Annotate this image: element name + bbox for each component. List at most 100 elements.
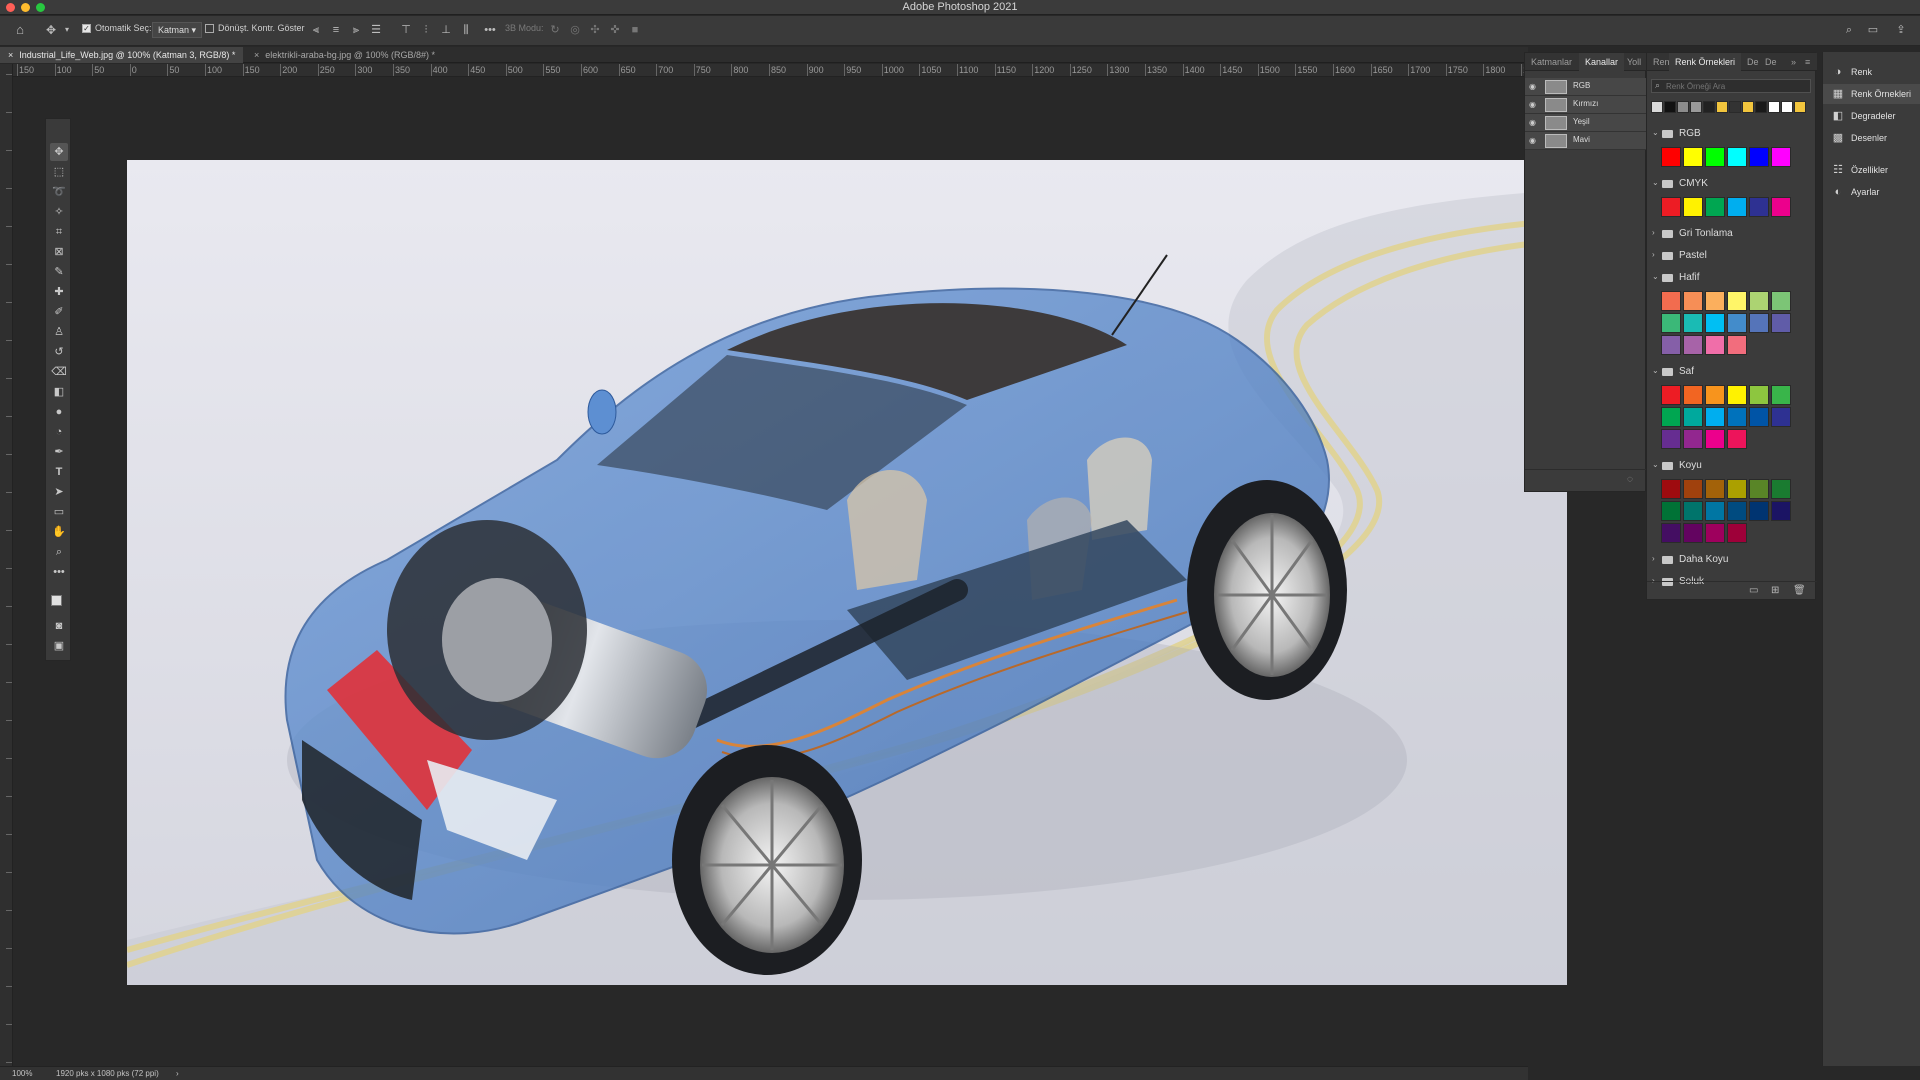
- chevron-right-icon[interactable]: ›: [1652, 228, 1655, 237]
- swatch[interactable]: [1661, 335, 1681, 355]
- zoom-level[interactable]: 100%: [12, 1069, 32, 1078]
- swatch[interactable]: [1727, 335, 1747, 355]
- swatch-group-3[interactable]: › Pastel: [1647, 247, 1817, 267]
- dodge-tool-icon[interactable]: ◔: [50, 423, 68, 441]
- eye-icon[interactable]: ◉: [1529, 100, 1539, 110]
- swatch[interactable]: [1771, 197, 1791, 217]
- chevron-down-icon[interactable]: ⌄: [1652, 366, 1659, 375]
- swatch[interactable]: [1661, 197, 1681, 217]
- stamp-tool-icon[interactable]: ♙: [50, 323, 68, 341]
- swatch[interactable]: [1683, 335, 1703, 355]
- chevron-down-icon[interactable]: ⌄: [1652, 272, 1659, 281]
- swatch[interactable]: [1705, 407, 1725, 427]
- gradient-tool-icon[interactable]: ◧: [50, 383, 68, 401]
- recent-swatch[interactable]: [1729, 101, 1741, 113]
- crop-tool-icon[interactable]: ⌗: [50, 223, 68, 241]
- swatch[interactable]: [1705, 291, 1725, 311]
- recent-swatch[interactable]: [1781, 101, 1793, 113]
- recent-swatch[interactable]: [1664, 101, 1676, 113]
- panel-item-color[interactable]: ◑ Renk: [1823, 62, 1920, 82]
- close-icon[interactable]: ×: [254, 50, 259, 60]
- swatch-search-input[interactable]: [1666, 80, 1808, 92]
- marquee-tool-icon[interactable]: ⬚: [50, 163, 68, 181]
- quick-mask-icon[interactable]: ◙: [50, 617, 68, 635]
- foreground-color-swatch[interactable]: [51, 595, 62, 606]
- swatch[interactable]: [1705, 479, 1725, 499]
- swatch[interactable]: [1771, 407, 1791, 427]
- 3d-camera-icon[interactable]: ■: [628, 23, 642, 37]
- swatch[interactable]: [1749, 407, 1769, 427]
- eye-icon[interactable]: ◉: [1529, 82, 1539, 92]
- lasso-tool-icon[interactable]: ➰: [50, 183, 68, 201]
- swatch[interactable]: [1683, 479, 1703, 499]
- swatch-search-field[interactable]: ⌕: [1651, 79, 1811, 93]
- history-brush-tool-icon[interactable]: ↺: [50, 343, 68, 361]
- swatch[interactable]: [1749, 313, 1769, 333]
- horizontal-ruler[interactable]: 150 100 50 0 50 100 150 200 250 300 350 400 450 500 55…: [13, 64, 1528, 77]
- zoom-tool-icon[interactable]: ⌕: [50, 543, 68, 561]
- swatch[interactable]: [1727, 147, 1747, 167]
- chevron-down-icon[interactable]: ⌄: [1652, 128, 1659, 137]
- swatch[interactable]: [1683, 429, 1703, 449]
- swatch-group-4[interactable]: ⌄ Hafif: [1647, 269, 1817, 289]
- swatch[interactable]: [1749, 385, 1769, 405]
- healing-tool-icon[interactable]: ✚: [50, 283, 68, 301]
- swatch[interactable]: [1749, 479, 1769, 499]
- move-tool-icon[interactable]: ✥: [50, 143, 68, 161]
- swatch-group-1[interactable]: ⌄ CMYK: [1647, 175, 1817, 195]
- swatch-group-2[interactable]: › Gri Tonlama: [1647, 225, 1817, 245]
- swatch[interactable]: [1683, 147, 1703, 167]
- swatch-group-5[interactable]: ⌄ Saf: [1647, 363, 1817, 383]
- transform-controls-option[interactable]: Dönüşt. Kontr. Göster: [205, 23, 305, 39]
- swatch[interactable]: [1727, 313, 1747, 333]
- swatch[interactable]: [1683, 291, 1703, 311]
- 3d-roll-icon[interactable]: ◎: [568, 23, 582, 37]
- home-icon[interactable]: ⌂: [13, 23, 27, 37]
- share-icon[interactable]: ⇪: [1894, 23, 1908, 37]
- swatch[interactable]: [1705, 501, 1725, 521]
- swatch[interactable]: [1749, 147, 1769, 167]
- chevron-right-icon[interactable]: ›: [1652, 554, 1655, 563]
- recent-swatch[interactable]: [1677, 101, 1689, 113]
- swatch[interactable]: [1727, 291, 1747, 311]
- swatch[interactable]: [1749, 291, 1769, 311]
- swatch[interactable]: [1771, 291, 1791, 311]
- trash-icon[interactable]: 🗑: [1793, 585, 1806, 596]
- type-tool-icon[interactable]: T: [50, 463, 68, 481]
- swatch[interactable]: [1661, 385, 1681, 405]
- search-icon[interactable]: ⌕: [1842, 23, 1856, 37]
- channel-row-red[interactable]: ◉ Kırmızı: [1525, 96, 1647, 114]
- align-right-icon[interactable]: ⫸: [349, 23, 363, 37]
- swatch[interactable]: [1749, 501, 1769, 521]
- tab-de-2[interactable]: De: [1759, 53, 1783, 71]
- swatch[interactable]: [1705, 523, 1725, 543]
- swatch[interactable]: [1727, 429, 1747, 449]
- new-swatch-icon[interactable]: ⊞: [1771, 585, 1779, 596]
- 3d-slide-icon[interactable]: ✜: [608, 23, 622, 37]
- auto-select-checkbox[interactable]: ✓: [82, 24, 91, 34]
- swatch[interactable]: [1705, 313, 1725, 333]
- align-middle-vertical-icon[interactable]: ⫶: [419, 23, 433, 37]
- magic-wand-tool-icon[interactable]: ✧: [50, 203, 68, 221]
- tab-layers[interactable]: Katmanlar: [1525, 53, 1578, 71]
- hand-tool-icon[interactable]: ✋: [50, 523, 68, 541]
- swatch[interactable]: [1683, 523, 1703, 543]
- frame-tool-icon[interactable]: ⊠: [50, 243, 68, 261]
- panel-item-swatches[interactable]: ▦ Renk Örnekleri: [1823, 84, 1920, 104]
- screen-mode-icon[interactable]: ▣: [50, 637, 68, 655]
- recent-swatch[interactable]: [1703, 101, 1715, 113]
- swatch[interactable]: [1727, 407, 1747, 427]
- swatch[interactable]: [1727, 197, 1747, 217]
- swatch[interactable]: [1661, 313, 1681, 333]
- auto-select-option[interactable]: ✓ Otomatik Seç:: [82, 23, 152, 39]
- swatch[interactable]: [1683, 501, 1703, 521]
- swatch[interactable]: [1661, 501, 1681, 521]
- auto-select-target-dropdown[interactable]: Katman ▾: [152, 22, 203, 38]
- swatch[interactable]: [1705, 385, 1725, 405]
- swatch[interactable]: [1727, 523, 1747, 543]
- distribute-icon[interactable]: ☰: [369, 23, 383, 37]
- tab-paths[interactable]: Yoll: [1621, 53, 1647, 71]
- move-tool-preset-icon[interactable]: ✥: [44, 23, 58, 37]
- swatch[interactable]: [1771, 501, 1791, 521]
- rectangle-tool-icon[interactable]: ▭: [50, 503, 68, 521]
